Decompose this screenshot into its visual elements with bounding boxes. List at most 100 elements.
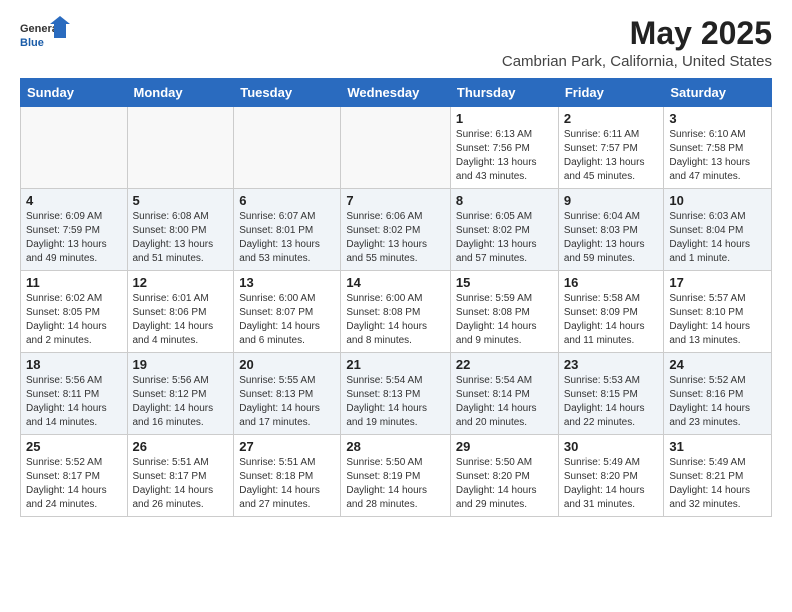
header: General Blue May 2025 Cambrian Park, Cal…	[20, 16, 772, 70]
day-info: Sunrise: 6:05 AM Sunset: 8:02 PM Dayligh…	[456, 210, 553, 266]
day-number: 13	[239, 275, 335, 290]
day-number: 20	[239, 357, 335, 372]
calendar-day-cell: 7 Sunrise: 6:06 AM Sunset: 8:02 PM Dayli…	[341, 189, 451, 271]
day-number: 30	[564, 439, 659, 454]
calendar-week-row: 4 Sunrise: 6:09 AM Sunset: 7:59 PM Dayli…	[21, 189, 772, 271]
day-number: 27	[239, 439, 335, 454]
calendar-week-row: 25 Sunrise: 5:52 AM Sunset: 8:17 PM Dayl…	[21, 435, 772, 517]
calendar-day-cell	[341, 107, 451, 189]
day-number: 21	[346, 357, 445, 372]
day-info: Sunrise: 5:50 AM Sunset: 8:19 PM Dayligh…	[346, 456, 445, 512]
calendar-day-cell: 20 Sunrise: 5:55 AM Sunset: 8:13 PM Dayl…	[234, 353, 341, 435]
calendar-day-cell: 10 Sunrise: 6:03 AM Sunset: 8:04 PM Dayl…	[664, 189, 772, 271]
day-number: 19	[133, 357, 229, 372]
day-info: Sunrise: 5:52 AM Sunset: 8:17 PM Dayligh…	[26, 456, 122, 512]
day-number: 23	[564, 357, 659, 372]
page: General Blue May 2025 Cambrian Park, Cal…	[0, 0, 792, 533]
day-number: 18	[26, 357, 122, 372]
day-number: 12	[133, 275, 229, 290]
calendar-day-cell: 18 Sunrise: 5:56 AM Sunset: 8:11 PM Dayl…	[21, 353, 128, 435]
day-number: 24	[669, 357, 766, 372]
day-info: Sunrise: 5:49 AM Sunset: 8:21 PM Dayligh…	[669, 456, 766, 512]
calendar-week-row: 1 Sunrise: 6:13 AM Sunset: 7:56 PM Dayli…	[21, 107, 772, 189]
calendar-table: Sunday Monday Tuesday Wednesday Thursday…	[20, 78, 772, 517]
day-info: Sunrise: 5:57 AM Sunset: 8:10 PM Dayligh…	[669, 292, 766, 348]
calendar-day-cell	[234, 107, 341, 189]
calendar-day-cell: 13 Sunrise: 6:00 AM Sunset: 8:07 PM Dayl…	[234, 271, 341, 353]
day-info: Sunrise: 5:59 AM Sunset: 8:08 PM Dayligh…	[456, 292, 553, 348]
col-monday: Monday	[127, 79, 234, 107]
calendar-day-cell: 29 Sunrise: 5:50 AM Sunset: 8:20 PM Dayl…	[450, 435, 558, 517]
day-info: Sunrise: 5:52 AM Sunset: 8:16 PM Dayligh…	[669, 374, 766, 430]
calendar-day-cell: 19 Sunrise: 5:56 AM Sunset: 8:12 PM Dayl…	[127, 353, 234, 435]
day-number: 31	[669, 439, 766, 454]
calendar-day-cell: 8 Sunrise: 6:05 AM Sunset: 8:02 PM Dayli…	[450, 189, 558, 271]
day-number: 16	[564, 275, 659, 290]
calendar-day-cell: 16 Sunrise: 5:58 AM Sunset: 8:09 PM Dayl…	[558, 271, 664, 353]
calendar-day-cell: 30 Sunrise: 5:49 AM Sunset: 8:20 PM Dayl…	[558, 435, 664, 517]
calendar-day-cell: 6 Sunrise: 6:07 AM Sunset: 8:01 PM Dayli…	[234, 189, 341, 271]
day-number: 8	[456, 193, 553, 208]
calendar-day-cell: 24 Sunrise: 5:52 AM Sunset: 8:16 PM Dayl…	[664, 353, 772, 435]
day-info: Sunrise: 6:04 AM Sunset: 8:03 PM Dayligh…	[564, 210, 659, 266]
logo: General Blue	[20, 16, 70, 58]
day-info: Sunrise: 6:08 AM Sunset: 8:00 PM Dayligh…	[133, 210, 229, 266]
day-number: 15	[456, 275, 553, 290]
day-number: 22	[456, 357, 553, 372]
day-info: Sunrise: 5:49 AM Sunset: 8:20 PM Dayligh…	[564, 456, 659, 512]
calendar-day-cell: 23 Sunrise: 5:53 AM Sunset: 8:15 PM Dayl…	[558, 353, 664, 435]
col-tuesday: Tuesday	[234, 79, 341, 107]
day-info: Sunrise: 6:09 AM Sunset: 7:59 PM Dayligh…	[26, 210, 122, 266]
day-info: Sunrise: 6:00 AM Sunset: 8:08 PM Dayligh…	[346, 292, 445, 348]
day-number: 2	[564, 111, 659, 126]
day-info: Sunrise: 5:51 AM Sunset: 8:18 PM Dayligh…	[239, 456, 335, 512]
calendar-day-cell	[127, 107, 234, 189]
calendar-day-cell: 5 Sunrise: 6:08 AM Sunset: 8:00 PM Dayli…	[127, 189, 234, 271]
col-wednesday: Wednesday	[341, 79, 451, 107]
day-number: 4	[26, 193, 122, 208]
day-info: Sunrise: 5:51 AM Sunset: 8:17 PM Dayligh…	[133, 456, 229, 512]
main-title: May 2025	[502, 16, 772, 51]
calendar-week-row: 18 Sunrise: 5:56 AM Sunset: 8:11 PM Dayl…	[21, 353, 772, 435]
day-number: 6	[239, 193, 335, 208]
day-info: Sunrise: 5:55 AM Sunset: 8:13 PM Dayligh…	[239, 374, 335, 430]
day-number: 29	[456, 439, 553, 454]
day-info: Sunrise: 6:00 AM Sunset: 8:07 PM Dayligh…	[239, 292, 335, 348]
day-number: 11	[26, 275, 122, 290]
calendar-day-cell: 25 Sunrise: 5:52 AM Sunset: 8:17 PM Dayl…	[21, 435, 128, 517]
day-info: Sunrise: 5:58 AM Sunset: 8:09 PM Dayligh…	[564, 292, 659, 348]
calendar-day-cell: 11 Sunrise: 6:02 AM Sunset: 8:05 PM Dayl…	[21, 271, 128, 353]
col-thursday: Thursday	[450, 79, 558, 107]
calendar-day-cell: 2 Sunrise: 6:11 AM Sunset: 7:57 PM Dayli…	[558, 107, 664, 189]
day-number: 10	[669, 193, 766, 208]
day-number: 28	[346, 439, 445, 454]
calendar-day-cell: 22 Sunrise: 5:54 AM Sunset: 8:14 PM Dayl…	[450, 353, 558, 435]
day-info: Sunrise: 6:10 AM Sunset: 7:58 PM Dayligh…	[669, 128, 766, 184]
col-saturday: Saturday	[664, 79, 772, 107]
calendar-day-cell: 15 Sunrise: 5:59 AM Sunset: 8:08 PM Dayl…	[450, 271, 558, 353]
calendar-day-cell: 3 Sunrise: 6:10 AM Sunset: 7:58 PM Dayli…	[664, 107, 772, 189]
day-info: Sunrise: 6:07 AM Sunset: 8:01 PM Dayligh…	[239, 210, 335, 266]
day-number: 1	[456, 111, 553, 126]
day-info: Sunrise: 5:54 AM Sunset: 8:14 PM Dayligh…	[456, 374, 553, 430]
logo-icon: General Blue	[20, 16, 70, 58]
day-info: Sunrise: 5:56 AM Sunset: 8:12 PM Dayligh…	[133, 374, 229, 430]
day-info: Sunrise: 5:53 AM Sunset: 8:15 PM Dayligh…	[564, 374, 659, 430]
day-number: 26	[133, 439, 229, 454]
calendar-day-cell: 31 Sunrise: 5:49 AM Sunset: 8:21 PM Dayl…	[664, 435, 772, 517]
day-info: Sunrise: 6:13 AM Sunset: 7:56 PM Dayligh…	[456, 128, 553, 184]
subtitle: Cambrian Park, California, United States	[502, 53, 772, 70]
col-sunday: Sunday	[21, 79, 128, 107]
day-number: 25	[26, 439, 122, 454]
calendar-day-cell: 27 Sunrise: 5:51 AM Sunset: 8:18 PM Dayl…	[234, 435, 341, 517]
day-number: 14	[346, 275, 445, 290]
calendar-day-cell	[21, 107, 128, 189]
day-info: Sunrise: 5:56 AM Sunset: 8:11 PM Dayligh…	[26, 374, 122, 430]
calendar-day-cell: 9 Sunrise: 6:04 AM Sunset: 8:03 PM Dayli…	[558, 189, 664, 271]
calendar-day-cell: 4 Sunrise: 6:09 AM Sunset: 7:59 PM Dayli…	[21, 189, 128, 271]
day-info: Sunrise: 6:11 AM Sunset: 7:57 PM Dayligh…	[564, 128, 659, 184]
day-info: Sunrise: 5:50 AM Sunset: 8:20 PM Dayligh…	[456, 456, 553, 512]
day-info: Sunrise: 6:02 AM Sunset: 8:05 PM Dayligh…	[26, 292, 122, 348]
svg-text:Blue: Blue	[20, 37, 44, 49]
calendar-day-cell: 17 Sunrise: 5:57 AM Sunset: 8:10 PM Dayl…	[664, 271, 772, 353]
